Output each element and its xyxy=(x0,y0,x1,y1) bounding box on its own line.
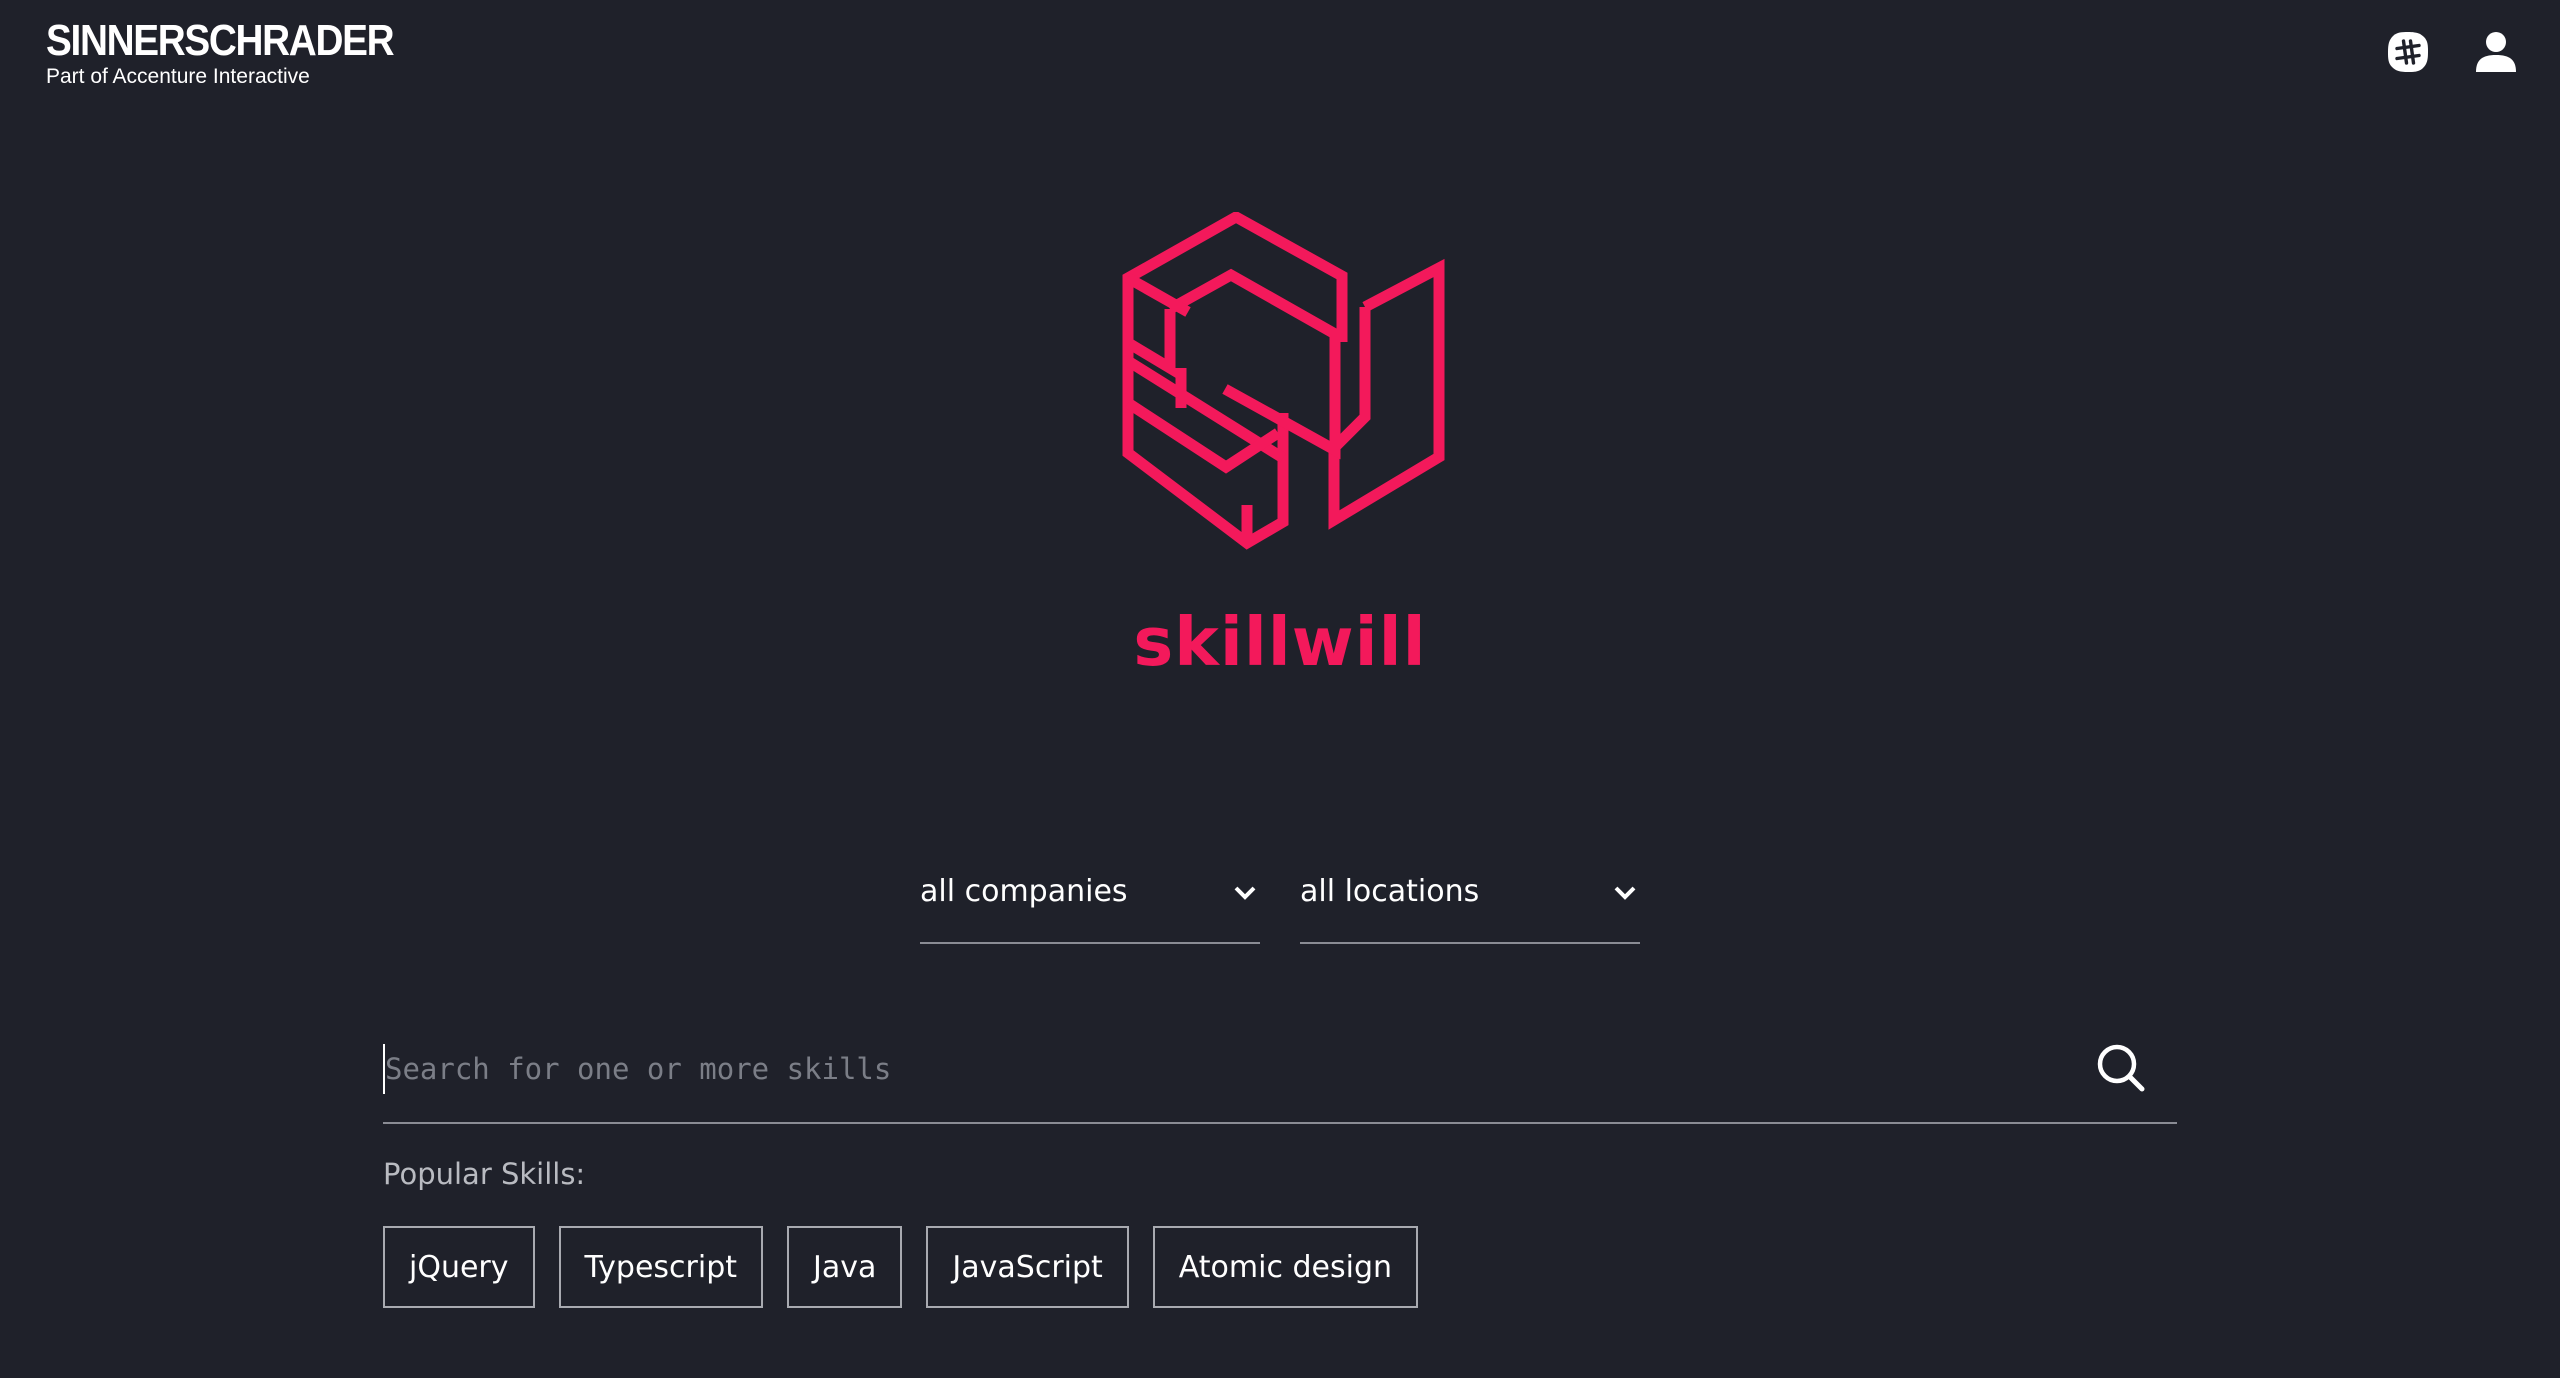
skill-search xyxy=(383,1030,2177,1124)
brand-subtitle: Part of Accenture Interactive xyxy=(46,65,310,88)
skill-chip-java[interactable]: Java xyxy=(787,1226,903,1308)
search-icon[interactable] xyxy=(2095,1042,2147,1094)
skill-chip-atomic-design[interactable]: Atomic design xyxy=(1152,1226,1419,1308)
chevron-down-icon xyxy=(1614,886,1636,900)
skill-chip-typescript[interactable]: Typescript xyxy=(558,1226,764,1308)
skill-chip-javascript[interactable]: JavaScript xyxy=(926,1226,1129,1308)
skillwill-logo-icon xyxy=(1122,212,1445,550)
popular-skills-list: jQuery Typescript Java JavaScript Atomic… xyxy=(383,1226,1419,1308)
user-profile-button[interactable] xyxy=(2472,28,2520,76)
location-select-value: all locations xyxy=(1300,874,1480,909)
skill-search-input[interactable] xyxy=(383,1044,2065,1094)
company-select[interactable]: all companies xyxy=(920,866,1260,944)
company-select-value: all companies xyxy=(920,874,1128,909)
user-icon xyxy=(2476,32,2516,72)
brand-logo[interactable]: SINNERSCHRADER Part of Accenture Interac… xyxy=(46,18,441,90)
slack-button[interactable] xyxy=(2384,28,2432,76)
chevron-down-icon xyxy=(1234,886,1256,900)
skill-chip-jquery[interactable]: jQuery xyxy=(383,1226,535,1308)
popular-skills-label: Popular Skills: xyxy=(383,1157,586,1191)
app-title: skillwill xyxy=(1133,603,1427,681)
brand-name: SINNERSCHRADER xyxy=(46,16,395,65)
slack-icon xyxy=(2388,32,2428,72)
header-actions xyxy=(2384,28,2520,76)
location-select[interactable]: all locations xyxy=(1300,866,1640,944)
